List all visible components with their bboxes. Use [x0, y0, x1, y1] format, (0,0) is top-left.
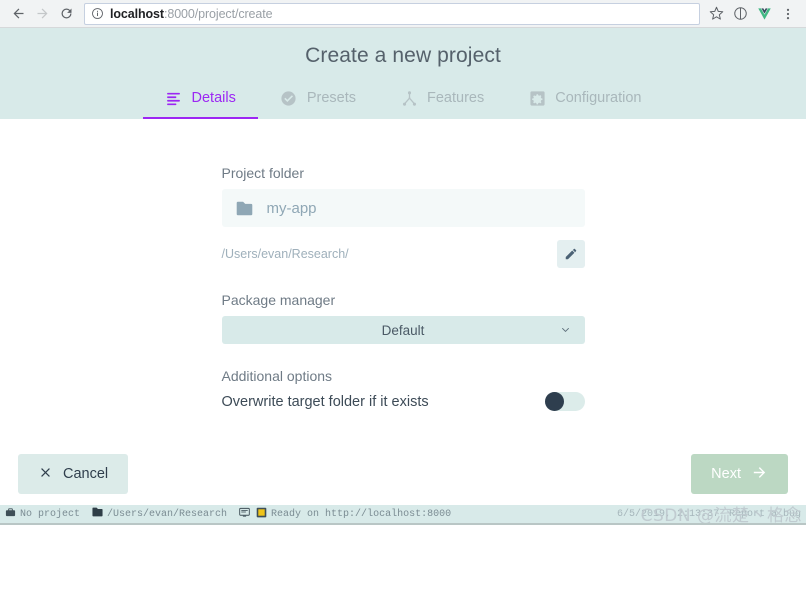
wizard-tabs: Details Presets Features Configuration	[0, 82, 806, 120]
folder-icon	[236, 201, 253, 216]
cancel-button-label: Cancel	[63, 466, 109, 482]
status-bar: No project /Users/evan/Research Ready on…	[0, 505, 806, 523]
check-circle-icon	[280, 89, 298, 107]
back-button[interactable]	[6, 2, 30, 26]
status-timestamp: 6/5/2019, 2:13:37	[616, 508, 719, 520]
reload-button[interactable]	[54, 2, 78, 26]
vue-devtools-icon[interactable]	[752, 2, 776, 26]
browser-action-icons	[704, 2, 800, 26]
package-manager-value: Default	[381, 322, 425, 338]
status-project[interactable]: No project	[5, 507, 80, 522]
overwrite-toggle[interactable]	[544, 392, 585, 411]
address-bar[interactable]: localhost:8000/project/create	[84, 2, 700, 25]
tab-details[interactable]: Details	[142, 83, 258, 120]
package-manager-select[interactable]: Default	[221, 316, 585, 344]
reload-icon	[61, 8, 71, 19]
url-path: :8000/project/create	[163, 6, 273, 21]
app-square-icon	[256, 507, 267, 522]
status-app[interactable]: Ready on http://localhost:8000	[256, 507, 451, 522]
tab-presets-label: Presets	[306, 90, 356, 106]
status-ready-text: Ready on http://localhost:8000	[271, 508, 452, 520]
edit-path-button[interactable]	[556, 240, 585, 268]
status-folder[interactable]: /Users/evan/Research	[92, 507, 227, 521]
project-path-text: /Users/evan/Research/	[221, 247, 349, 261]
arrow-left-icon	[13, 8, 23, 19]
status-terminal[interactable]	[239, 507, 250, 522]
close-x-icon	[38, 465, 53, 484]
star-icon[interactable]	[704, 2, 728, 26]
folder-icon	[92, 507, 103, 521]
main-content: Project folder my-app /Users/evan/Resear…	[0, 119, 806, 505]
cancel-button[interactable]: Cancel	[18, 454, 129, 494]
tab-configuration[interactable]: Configuration	[506, 83, 663, 120]
url-text: localhost:8000/project/create	[110, 6, 273, 21]
list-lines-icon	[165, 89, 183, 107]
window-bottom-edge	[0, 523, 806, 525]
additional-options-label: Additional options	[221, 368, 333, 384]
status-project-text: No project	[20, 508, 81, 520]
app-header: Create a new project Details Presets Fea…	[0, 28, 806, 120]
forward-button[interactable]	[30, 2, 54, 26]
project-folder-value: my-app	[266, 199, 317, 217]
terminal-icon	[239, 507, 250, 522]
status-folder-text: /Users/evan/Research	[107, 508, 228, 520]
package-manager-label: Package manager	[221, 292, 336, 308]
status-right-group: 6/5/2019, 2:13:37 Report a bug	[617, 509, 801, 520]
url-host: localhost	[110, 6, 164, 21]
sitemap-icon	[400, 89, 418, 107]
project-form: Project folder my-app /Users/evan/Resear…	[221, 119, 585, 411]
browser-toolbar: localhost:8000/project/create	[0, 0, 806, 28]
toggle-knob	[544, 392, 564, 411]
arrow-right-icon	[37, 8, 47, 19]
pencil-icon	[565, 248, 576, 260]
page-title: Create a new project	[305, 44, 501, 67]
tab-features-label: Features	[427, 90, 485, 106]
tab-features[interactable]: Features	[378, 83, 506, 120]
tab-configuration-label: Configuration	[555, 90, 642, 106]
chevron-down-icon	[559, 324, 572, 337]
project-folder-label: Project folder	[221, 165, 304, 181]
arrow-right-icon	[751, 464, 768, 485]
gear-square-icon	[528, 89, 546, 107]
briefcase-icon	[5, 507, 16, 522]
info-circle-icon[interactable]	[91, 7, 104, 20]
info-circle-icon[interactable]	[728, 2, 752, 26]
next-button-label: Next	[711, 466, 741, 482]
kebab-menu-icon[interactable]	[776, 2, 800, 26]
overwrite-option-row: Overwrite target folder if it exists	[222, 392, 585, 411]
overwrite-label: Overwrite target folder if it exists	[221, 393, 429, 410]
status-report-bug[interactable]: Report a bug	[729, 509, 801, 520]
tab-presets[interactable]: Presets	[258, 83, 378, 120]
next-button[interactable]: Next	[691, 454, 788, 494]
project-folder-input[interactable]: my-app	[221, 189, 585, 227]
tab-details-label: Details	[191, 90, 236, 106]
wizard-action-bar: Cancel Next	[0, 443, 806, 505]
project-path-row: /Users/evan/Research/	[222, 240, 585, 268]
